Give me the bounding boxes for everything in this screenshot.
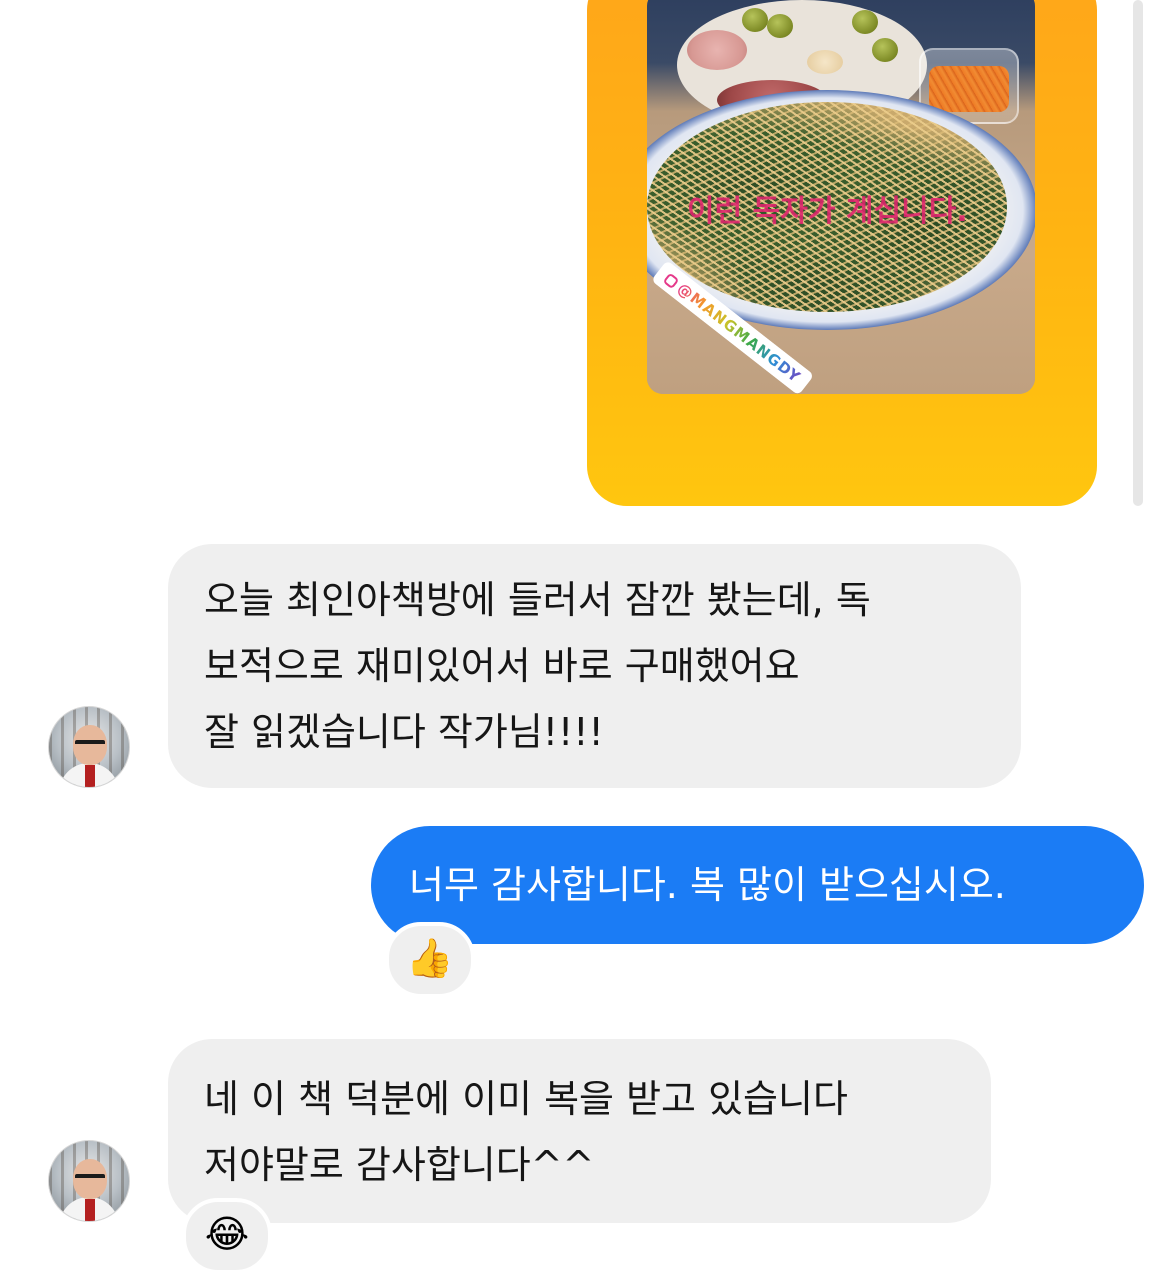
- olive: [872, 38, 898, 62]
- olive: [767, 14, 793, 38]
- olive: [852, 10, 878, 34]
- message-line: 네 이 책 덕분에 이미 복을 받고 있습니다: [204, 1077, 848, 1121]
- message-line: 오늘 최인아책방에 들러서 잠깐 봤는데, 독: [204, 578, 871, 622]
- story-photo[interactable]: 이런 독자가 계십니다. @MANGMANGDY: [647, 0, 1035, 394]
- cheese: [807, 50, 843, 74]
- incoming-message-bubble[interactable]: 네 이 책 덕분에 이미 복을 받고 있습니다 저야말로 감사합니다^^: [168, 1039, 991, 1223]
- thumbs-up-icon[interactable]: 👍: [385, 922, 475, 998]
- olive: [742, 8, 768, 32]
- tears-of-joy-icon[interactable]: 😂: [182, 1198, 272, 1274]
- sender-avatar[interactable]: [48, 706, 130, 788]
- ham-slices: [687, 30, 747, 70]
- avatar-glasses: [75, 740, 105, 750]
- avatar-tie: [85, 1199, 95, 1221]
- message-line: 보적으로 재미있어서 바로 구매했어요: [204, 644, 800, 688]
- message-line: 저야말로 감사합니다^^: [204, 1143, 595, 1187]
- avatar-glasses: [75, 1174, 105, 1184]
- instagram-icon: [662, 272, 680, 290]
- message-line: 너무 감사합니다. 복 많이 받으십시오.: [409, 863, 1006, 907]
- outgoing-message-bubble[interactable]: 너무 감사합니다. 복 많이 받으십시오.: [371, 826, 1144, 944]
- sender-avatar[interactable]: [48, 1140, 130, 1222]
- story-overlay-text: 이런 독자가 계십니다.: [687, 194, 968, 229]
- scrollbar[interactable]: [1133, 0, 1143, 506]
- avatar-tie: [85, 765, 95, 787]
- incoming-message-bubble[interactable]: 오늘 최인아책방에 들러서 잠깐 봤는데, 독 보적으로 재미있어서 바로 구매…: [168, 544, 1021, 788]
- message-line: 잘 읽겠습니다 작가님!!!!: [204, 710, 604, 754]
- shared-story-message[interactable]: 이런 독자가 계십니다. @MANGMANGDY: [587, 0, 1097, 506]
